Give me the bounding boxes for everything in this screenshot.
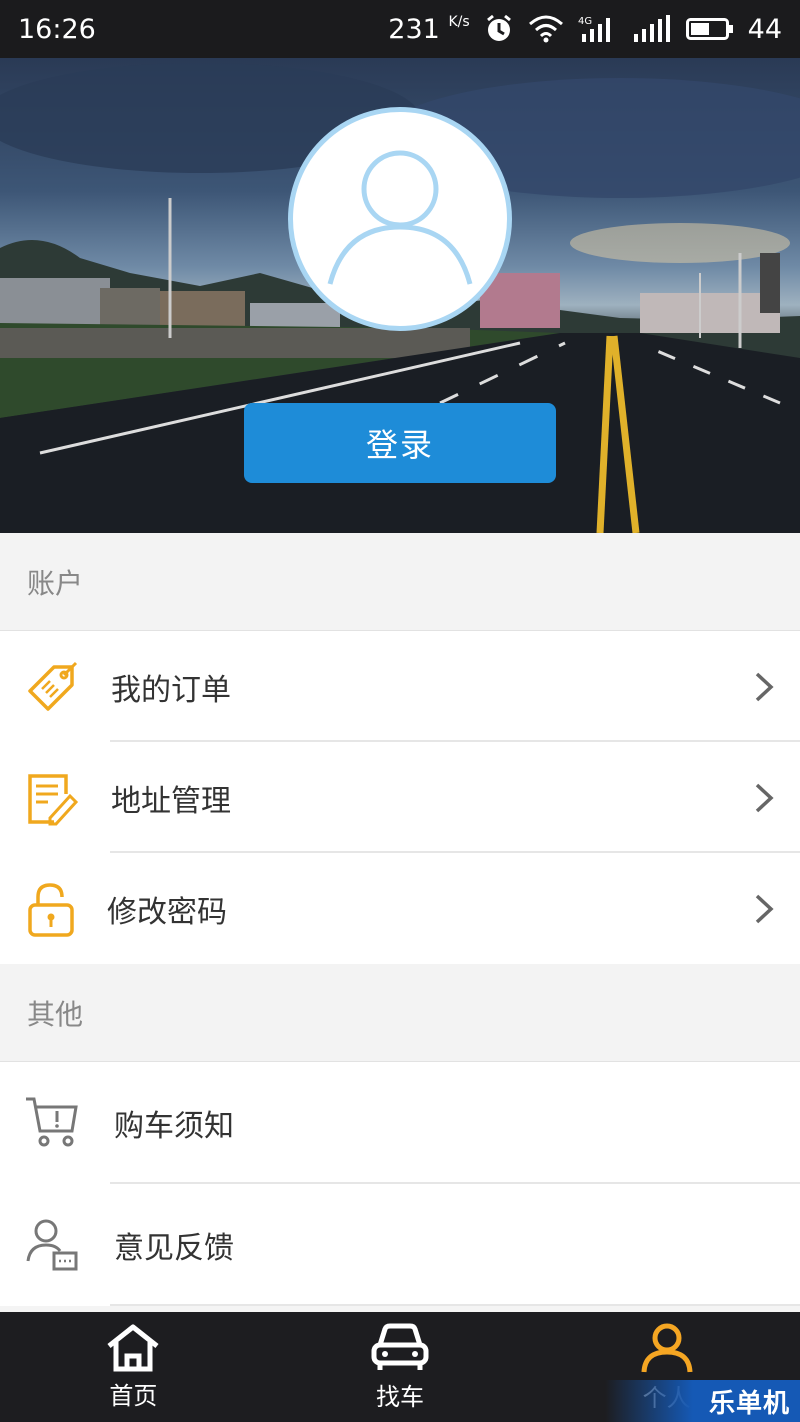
car-icon: [371, 1323, 429, 1370]
watermark-logo: 乐单机: [605, 1380, 800, 1422]
menu-item-label: 购车须知: [114, 1109, 234, 1144]
user-avatar-icon: [327, 150, 473, 285]
other-menu: 购车须知 意见反馈: [0, 1062, 800, 1306]
price-tag-icon: [24, 659, 80, 715]
section-title: 其他: [27, 997, 84, 1031]
tab-label: 首页: [109, 1381, 158, 1410]
wifi-icon: [528, 14, 564, 44]
status-time: 16:26: [18, 13, 96, 45]
bottom-navigation: 首页 找车 个人 乐单机: [0, 1312, 800, 1422]
person-icon: [641, 1323, 693, 1372]
menu-item-my-orders[interactable]: 我的订单: [0, 631, 800, 742]
login-button[interactable]: 登录: [244, 403, 556, 483]
menu-item-address-management[interactable]: 地址管理: [0, 742, 800, 853]
status-icons: 231 K/s 4G 44: [388, 14, 782, 45]
section-header-other: 其他: [0, 964, 800, 1062]
menu-item-label: 我的订单: [111, 672, 231, 708]
status-bar: 16:26 231 K/s 4G 44: [0, 0, 800, 58]
profile-header: 登录: [0, 58, 800, 533]
user-feedback-icon: [24, 1217, 80, 1273]
menu-item-label: 修改密码: [107, 894, 227, 930]
menu-item-purchase-notice[interactable]: 购车须知: [0, 1062, 800, 1184]
signal-4g-icon: 4G: [578, 14, 618, 44]
chevron-right-icon: [752, 781, 776, 815]
signal-icon: [632, 14, 672, 44]
alarm-icon: [484, 14, 514, 44]
edit-note-icon: [24, 770, 80, 826]
home-icon: [107, 1324, 159, 1371]
chevron-right-icon: [752, 670, 776, 704]
cart-alert-icon: [24, 1095, 80, 1151]
chevron-right-icon: [752, 892, 776, 926]
account-menu: 我的订单 地址管理 修改密码: [0, 631, 800, 964]
network-speed: 231 K/s: [388, 14, 469, 45]
svg-text:4G: 4G: [578, 16, 592, 27]
tab-find-car[interactable]: 找车: [267, 1312, 534, 1422]
menu-item-label: 意见反馈: [114, 1231, 234, 1266]
tab-home[interactable]: 首页: [0, 1312, 267, 1422]
battery-icon: [685, 16, 734, 42]
menu-item-change-password[interactable]: 修改密码: [0, 853, 800, 964]
network-speed-value: 231: [388, 13, 440, 45]
menu-item-label: 地址管理: [111, 783, 231, 819]
menu-item-feedback[interactable]: 意见反馈: [0, 1184, 800, 1306]
lock-icon: [24, 881, 80, 937]
tab-label: 找车: [376, 1382, 424, 1411]
section-title: 账户: [27, 566, 84, 600]
section-header-account: 账户: [0, 533, 800, 631]
avatar[interactable]: [288, 107, 512, 331]
battery-level: 44: [747, 13, 782, 45]
network-speed-unit: K/s: [448, 13, 470, 30]
